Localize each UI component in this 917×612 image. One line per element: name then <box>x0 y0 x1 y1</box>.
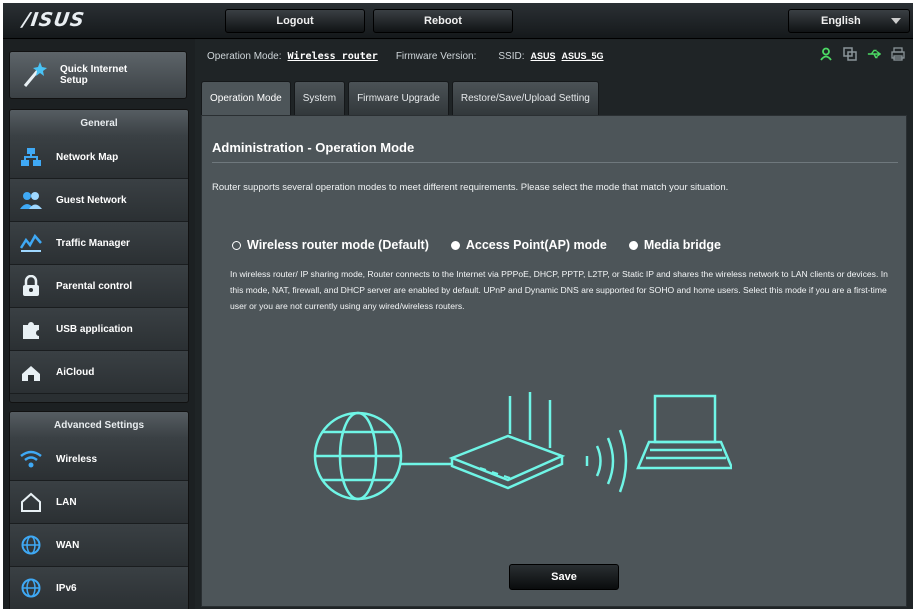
tab-restore-save-upload[interactable]: Restore/Save/Upload Setting <box>451 81 599 115</box>
house-icon <box>18 489 44 515</box>
sidebar-item-traffic-manager[interactable]: Traffic Manager <box>10 222 188 265</box>
sidebar-item-label: Guest Network <box>56 194 127 206</box>
sidebar-item-ipv6[interactable]: IPv6 <box>10 567 188 609</box>
guest-network-icon <box>18 187 44 213</box>
save-button[interactable]: Save <box>509 564 619 590</box>
language-label: English <box>821 15 861 27</box>
printer-status-icon[interactable] <box>891 47 905 61</box>
radio-indicator <box>232 240 241 250</box>
sidebar-item-label: Parental control <box>56 280 133 292</box>
router-admin-window: /ISUS Logout Reboot English Quick Intern… <box>3 3 913 609</box>
sidebar-item-label: WAN <box>56 539 80 551</box>
sidebar-item-parental-control[interactable]: Parental control <box>10 265 188 308</box>
sidebar-item-guest-network[interactable]: Guest Network <box>10 179 188 222</box>
wireless-router-mode-label: Wireless router mode (Default) <box>247 238 429 252</box>
title-divider <box>212 162 898 163</box>
radio-indicator <box>450 240 460 250</box>
language-select[interactable]: English <box>788 9 910 33</box>
tab-system[interactable]: System <box>293 81 346 115</box>
advanced-settings-menu: Advanced Settings Wireless LAN WAN IPv6 <box>9 411 189 609</box>
sidebar-item-label: Network Map <box>56 151 119 163</box>
mode-description: In wireless router/ IP sharing mode, Rou… <box>230 269 888 311</box>
router-icon <box>448 392 566 490</box>
sidebar-item-aicloud[interactable]: AiCloud <box>10 351 188 394</box>
traffic-manager-icon <box>18 230 44 256</box>
brand-logo: /ISUS <box>21 9 87 31</box>
media-bridge-mode-radio[interactable]: Media bridge <box>628 238 721 252</box>
tab-operation-mode[interactable]: Operation Mode <box>201 81 291 115</box>
advanced-settings-header: Advanced Settings <box>10 412 188 438</box>
sidebar-item-lan[interactable]: LAN <box>10 481 188 524</box>
page-title: Administration - Operation Mode <box>212 140 415 155</box>
main-content: Operation Mode: Wireless router Firmware… <box>195 39 913 609</box>
admin-tabs: Operation Mode System Firmware Upgrade R… <box>201 81 599 115</box>
sidebar-item-label: Wireless <box>56 453 98 465</box>
usb-status-icon[interactable] <box>867 47 881 61</box>
access-point-mode-label: Access Point(AP) mode <box>465 238 607 252</box>
ssid-24g-link[interactable]: ASUS <box>531 51 556 61</box>
sidebar-item-label: USB application <box>56 323 133 335</box>
chevron-down-icon <box>891 18 901 24</box>
sidebar-item-wan[interactable]: WAN <box>10 524 188 567</box>
cloud-icon <box>18 359 44 385</box>
radio-indicator <box>628 240 638 250</box>
reboot-button[interactable]: Reboot <box>373 9 513 33</box>
top-bar: /ISUS Logout Reboot English <box>3 3 913 39</box>
media-bridge-mode-label: Media bridge <box>643 238 721 252</box>
sidebar: Quick Internet Setup General Network Map… <box>3 39 195 609</box>
internet-status-icon[interactable] <box>843 47 857 61</box>
ssid-label: SSID: <box>498 50 525 62</box>
network-map-icon <box>18 144 44 170</box>
laptop-icon <box>636 394 732 470</box>
quick-setup-label: Quick Internet Setup <box>60 64 128 86</box>
lock-icon <box>18 273 44 299</box>
general-menu: General Network Map Guest Network Traffi… <box>9 109 189 403</box>
page-description: Router supports several operation modes … <box>212 182 729 193</box>
operation-mode-options: Wireless router mode (Default) Access Po… <box>232 238 721 252</box>
status-line: Operation Mode: Wireless router Firmware… <box>207 47 907 65</box>
wifi-icon <box>18 446 44 472</box>
sidebar-item-usb-application[interactable]: USB application <box>10 308 188 351</box>
router-mode-illustration <box>313 392 732 501</box>
firmware-version-label: Firmware Version: <box>395 50 477 62</box>
status-icons <box>819 47 905 61</box>
client-status-icon[interactable] <box>819 47 833 61</box>
quick-internet-setup-button[interactable]: Quick Internet Setup <box>9 51 187 99</box>
sidebar-item-label: Traffic Manager <box>56 237 130 249</box>
access-point-mode-radio[interactable]: Access Point(AP) mode <box>450 238 607 252</box>
globe-icon <box>313 411 403 501</box>
sidebar-item-label: AiCloud <box>56 366 95 378</box>
ssid-5g-link[interactable]: ASUS_5G <box>562 51 604 61</box>
globe-icon <box>18 575 44 601</box>
magic-wand-icon <box>16 56 54 94</box>
general-header: General <box>10 110 188 136</box>
wireless-waves-icon <box>585 429 628 493</box>
puzzle-icon <box>18 316 44 342</box>
globe-icon <box>18 532 44 558</box>
sidebar-item-label: IPv6 <box>56 582 77 594</box>
logout-button[interactable]: Logout <box>225 9 365 33</box>
tab-firmware-upgrade[interactable]: Firmware Upgrade <box>348 81 449 115</box>
wireless-router-mode-radio[interactable]: Wireless router mode (Default) <box>232 238 429 252</box>
sidebar-item-network-map[interactable]: Network Map <box>10 136 188 179</box>
operation-mode-label: Operation Mode: <box>207 50 282 62</box>
operation-mode-panel: Administration - Operation Mode Router s… <box>201 115 907 607</box>
operation-mode-link[interactable]: Wireless router <box>288 51 378 62</box>
sidebar-item-label: LAN <box>56 496 77 508</box>
sidebar-item-wireless[interactable]: Wireless <box>10 438 188 481</box>
